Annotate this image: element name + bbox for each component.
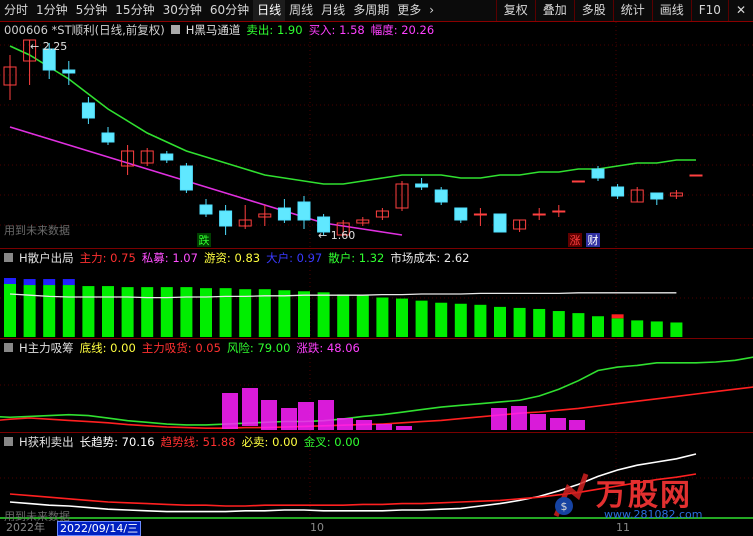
retail-bar (141, 287, 154, 337)
month-mark: 11 (616, 521, 630, 534)
retail-bar (650, 321, 663, 337)
retail-bar (513, 307, 526, 337)
candle-body (473, 213, 487, 216)
candle-body (277, 207, 291, 221)
retail-bar (160, 287, 173, 337)
signal-cai: 财 (588, 233, 599, 247)
bigholder-bar (23, 279, 36, 286)
year-label: 2022年 (6, 521, 45, 534)
rise-fall-bar (530, 414, 546, 430)
candle-body (219, 210, 233, 227)
bigholder-bar (62, 279, 75, 286)
retail-bar (337, 294, 350, 337)
candle-body (199, 204, 213, 215)
retail-bar (62, 285, 75, 337)
logo-url: www.281082.com (604, 508, 703, 521)
candle-body (434, 189, 448, 203)
future-data-watermark: 用到未来数据 (4, 224, 70, 237)
high-price-mark: ← 2.25 (30, 40, 67, 53)
retail-bar (631, 320, 644, 337)
candle-body (160, 153, 174, 161)
bigholder-bar (4, 278, 16, 284)
retail-bar (592, 316, 604, 337)
low-price-mark: ← 1.60 (318, 229, 355, 242)
rise-fall-bar (550, 418, 566, 430)
retail-bar (180, 287, 193, 337)
risk-line (0, 356, 753, 426)
retail-bar (82, 286, 95, 337)
candle-body (591, 168, 605, 179)
retail-bar (121, 287, 134, 337)
candle-body (571, 180, 585, 183)
rise-fall-bar (261, 400, 277, 430)
signal-die: 跌 (199, 233, 210, 247)
channel-lower-line (9, 126, 403, 236)
retail-bar (376, 297, 389, 337)
retail-bar (43, 285, 56, 337)
candle-body (650, 192, 664, 200)
retail-bar (533, 308, 546, 337)
retail-bar (356, 295, 369, 337)
candle-body (415, 183, 429, 188)
rise-fall-bar (491, 408, 507, 430)
candle-body (454, 207, 468, 221)
retail-bar (219, 288, 232, 337)
retail-bar (474, 304, 487, 337)
rise-fall-bar (318, 400, 334, 430)
rise-fall-bar (356, 420, 372, 430)
candle-body (179, 165, 193, 191)
rise-fall-bar (396, 426, 412, 430)
candle-body (532, 213, 546, 216)
retail-bar (278, 290, 291, 337)
candle-body (552, 210, 566, 213)
rise-fall-bar (376, 424, 392, 430)
rise-fall-bar (569, 420, 585, 430)
candle-body (297, 201, 311, 221)
svg-text:$: $ (561, 500, 568, 513)
retail-bar (572, 313, 585, 337)
retail-bar (317, 292, 330, 337)
retail-bar (4, 284, 16, 337)
retail-bar (435, 302, 448, 337)
retail-bar (298, 291, 310, 337)
retail-bar (494, 306, 506, 337)
retail-bar (454, 303, 467, 337)
rise-fall-bar (242, 388, 258, 426)
retail-bar (670, 322, 683, 337)
candle-body (611, 186, 625, 197)
candle-body (689, 174, 703, 177)
candle-body (101, 132, 115, 143)
main-absorb-line (0, 386, 753, 430)
retail-bar (415, 300, 428, 337)
candle-body (62, 69, 76, 74)
stock-chart[interactable]: ← 2.25 ← 1.60 跌 涨财 (0, 0, 753, 534)
retail-bar (102, 286, 114, 337)
channel-upper-line (9, 45, 696, 185)
month-mark: 10 (310, 521, 324, 534)
main-bar (611, 314, 624, 319)
rise-fall-bar (298, 402, 314, 430)
candle-body (81, 102, 95, 119)
retail-bar (552, 311, 565, 337)
wangu-logo: $ 万股网 www.281082.com (548, 466, 748, 526)
rise-fall-bar (281, 408, 297, 430)
time-axis: 2022年 2022/09/14/三 10 11 (0, 521, 753, 536)
retail-bar (200, 288, 212, 337)
retail-bar (611, 318, 624, 337)
retail-bar (396, 298, 408, 337)
rise-fall-bar (337, 418, 353, 430)
rise-fall-bar (222, 393, 238, 429)
retail-bar (23, 285, 36, 337)
candle-body (493, 213, 507, 233)
rise-fall-bar (511, 406, 527, 430)
bigholder-bar (43, 279, 56, 286)
signal-zhang: 涨 (570, 234, 581, 247)
